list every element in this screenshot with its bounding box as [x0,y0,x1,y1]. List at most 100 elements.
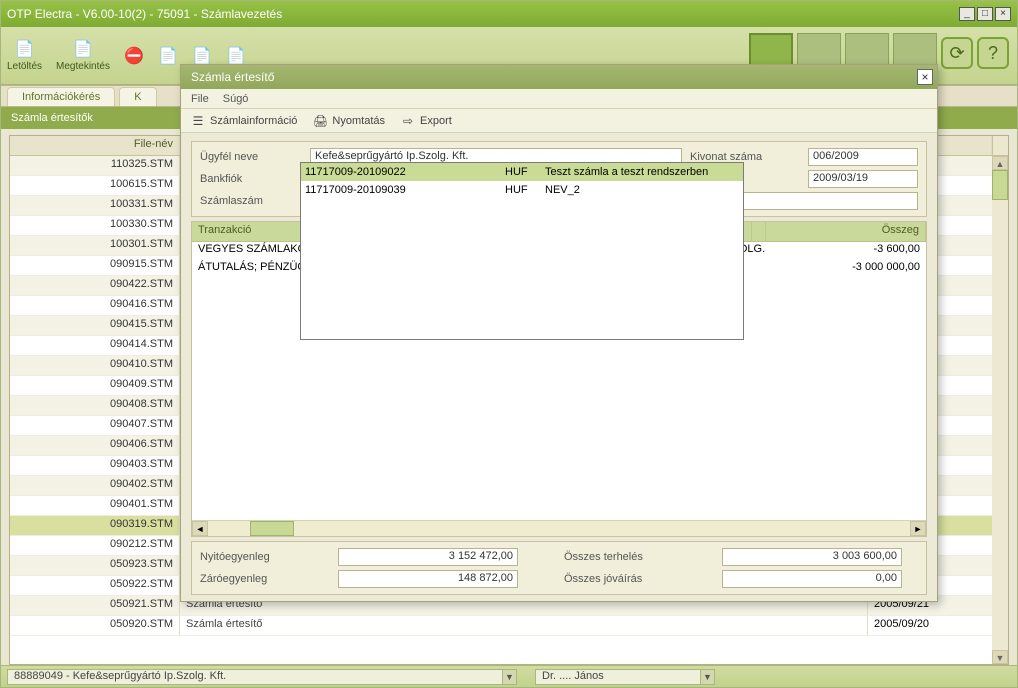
cell-file: 110325.STM [10,156,180,175]
view-icon: 📄 [73,39,93,59]
field-credit: 0,00 [722,570,902,588]
status-user-dropdown[interactable]: ▼ Dr. .... János [535,669,715,685]
account-dropdown-list[interactable]: 11717009-20109022HUFTeszt számla a teszt… [300,162,744,340]
tool-3[interactable]: ⛔ [124,46,144,66]
cell-file: 090415.STM [10,316,180,335]
modal-close-button[interactable]: × [917,69,933,85]
cell-file: 050922.STM [10,576,180,595]
close-button[interactable]: × [995,7,1011,21]
trans-amt: -3 000 000,00 [766,260,926,278]
refresh-button[interactable]: ⟳ [941,37,973,69]
menu-help[interactable]: Súgó [223,93,249,105]
tab-info[interactable]: Információkérés [7,87,115,106]
action-export[interactable]: ⇨ Export [401,114,452,128]
field-debit: 3 003 600,00 [722,548,902,566]
doc-icon: 📄 [226,46,246,66]
opt-cur: HUF [505,166,545,178]
tool-6[interactable]: 📄 [226,46,246,66]
scroll-up-icon[interactable]: ▲ [992,156,1008,170]
col-scroll-spacer [992,136,1008,155]
status-bar: ▼ 88889049 - Kefe&seprűgyártó Ip.Szolg. … [1,665,1017,687]
cell-desc: Számla értesítő [180,616,868,635]
chevron-down-icon: ▼ [700,670,714,684]
tool-5[interactable]: 📄 [192,46,212,66]
action-export-label: Export [420,115,452,127]
label-open: Nyitóegyenleg [200,551,330,563]
modal-title: Számla értesítő [191,70,274,84]
chevron-down-icon: ▼ [502,670,516,684]
modal-titlebar: Számla értesítő × [181,65,937,89]
scroll-thumb-h[interactable] [250,521,294,536]
list-icon: ☰ [191,114,205,128]
trans-end [752,260,766,278]
grid-scrollbar[interactable]: ▲ ▼ [992,156,1008,664]
opt-cur: HUF [505,184,545,196]
cell-file: 090407.STM [10,416,180,435]
opt-acct: 11717009-20109039 [305,184,505,196]
modal-toolbar: ☰ Számlainformáció 🖨 Nyomtatás ⇨ Export [181,109,937,133]
scroll-thumb[interactable] [992,170,1008,200]
cell-file: 090915.STM [10,256,180,275]
opt-name: NEV_2 [545,184,739,196]
cell-file: 050923.STM [10,556,180,575]
doc-icon: 📄 [158,46,178,66]
cell-file: 090408.STM [10,396,180,415]
cell-file: 090414.STM [10,336,180,355]
delete-icon: ⛔ [124,46,144,66]
field-stmtno[interactable]: 006/2009 [808,148,918,166]
cell-file: 050921.STM [10,596,180,615]
cell-file: 090422.STM [10,276,180,295]
doc-icon: 📄 [192,46,212,66]
cell-date: 2005/09/20 [868,616,1008,635]
action-print[interactable]: 🖨 Nyomtatás [313,114,385,128]
tab-k[interactable]: K [119,87,156,106]
cell-file: 100615.STM [10,176,180,195]
cell-file: 090319.STM [10,516,180,535]
status-company-dropdown[interactable]: ▼ 88889049 - Kefe&seprűgyártó Ip.Szolg. … [7,669,517,685]
minimize-button[interactable]: _ [959,7,975,21]
label-branch: Bankfiók [200,173,302,185]
help-button[interactable]: ? [977,37,1009,69]
dropdown-option[interactable]: 11717009-20109022HUFTeszt számla a teszt… [301,163,743,181]
trans-scroll-h[interactable]: ◄ ► [192,520,926,536]
cell-file: 100331.STM [10,196,180,215]
scroll-right-icon[interactable]: ► [910,521,926,536]
view-tool[interactable]: 📄 Megtekintés [56,39,110,72]
action-accountinfo[interactable]: ☰ Számlainformáció [191,114,297,128]
label-debit: Összes terhelés [564,551,714,563]
field-close: 148 872,00 [338,570,518,588]
action-accountinfo-label: Számlainformáció [210,115,297,127]
field-open: 3 152 472,00 [338,548,518,566]
cell-file: 090212.STM [10,536,180,555]
download-icon: 📄 [15,39,35,59]
col-amount[interactable]: Összeg [766,222,926,241]
table-row[interactable]: 050920.STMSzámla értesítő2005/09/20 [10,616,1008,636]
scroll-down-icon[interactable]: ▼ [992,650,1008,664]
window-controls: _ □ × [959,7,1011,21]
cell-file: 090406.STM [10,436,180,455]
menu-file[interactable]: File [191,93,209,105]
restore-button[interactable]: □ [977,7,993,21]
sub-header-label: Számla értesítők [11,112,93,124]
titlebar: OTP Electra - V6.00-10(2) - 75091 - Szám… [1,1,1017,27]
cell-file: 090409.STM [10,376,180,395]
field-date[interactable]: 2009/03/19 [808,170,918,188]
export-icon: ⇨ [401,114,415,128]
action-print-label: Nyomtatás [332,115,385,127]
printer-icon: 🖨 [313,114,327,128]
col-file[interactable]: File-név [10,136,180,155]
label-credit: Összes jóváírás [564,573,714,585]
status-company-label: 88889049 - Kefe&seprűgyártó Ip.Szolg. Kf… [14,670,226,682]
dropdown-option[interactable]: 11717009-20109039HUFNEV_2 [301,181,743,199]
cell-file: 050920.STM [10,616,180,635]
cell-file: 100330.STM [10,216,180,235]
opt-name: Teszt számla a teszt rendszerben [545,166,739,178]
tool-4[interactable]: 📄 [158,46,178,66]
scroll-left-icon[interactable]: ◄ [192,521,208,536]
summary-box: Nyitóegyenleg 3 152 472,00 Összes terhel… [191,541,927,595]
scroll-track[interactable] [208,521,910,536]
col-gap [752,222,766,241]
download-tool[interactable]: 📄 Letöltés [7,39,42,72]
label-close: Záróegyenleg [200,573,330,585]
label-account: Számlaszám [200,195,302,207]
